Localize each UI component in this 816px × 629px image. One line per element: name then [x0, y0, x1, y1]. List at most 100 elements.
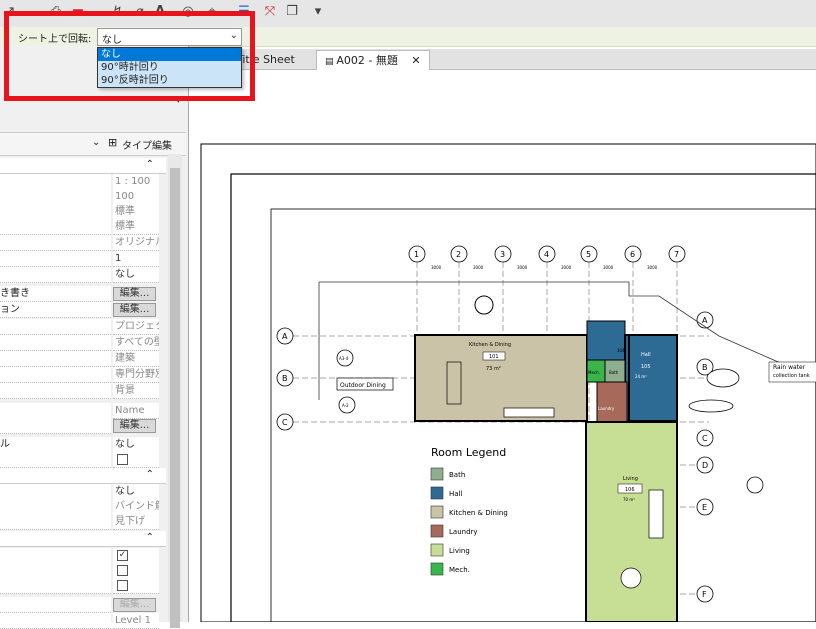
prop-value[interactable]: オリジナルを表示	[113, 235, 159, 251]
sheet-canvas[interactable]: 1 3000 2 3000 3 3000 4 3000 5 3000 6 3000 7 A B C D E F A B…	[189, 70, 816, 623]
prop-row[interactable]: 標準	[0, 204, 166, 220]
edit-button[interactable]: 編集...	[113, 287, 156, 301]
markup-icon[interactable]: ▬	[70, 4, 86, 20]
prop-row[interactable]: き書き 編集...	[0, 286, 166, 302]
prop-row[interactable]: 編集...	[0, 418, 166, 434]
dim-label: 3000	[517, 265, 528, 270]
checkbox-unchecked[interactable]	[117, 564, 128, 576]
prop-value[interactable]: プロジェクトの北	[113, 319, 159, 335]
edit-type-button[interactable]: タイプ編集	[122, 137, 172, 152]
prop-row[interactable]: 1	[0, 251, 166, 267]
grid-row-label: C	[702, 434, 708, 443]
chevron-down-icon[interactable]: ⌄	[230, 30, 238, 41]
prop-row[interactable]: オリジナルを表示	[0, 235, 166, 251]
dropdown-option-90cw[interactable]: 90°時計回り	[98, 61, 241, 74]
prop-value[interactable]: 専門分野別	[113, 367, 159, 383]
prop-value[interactable]: 1	[113, 251, 159, 267]
3d-view-icon[interactable]: ◎	[180, 4, 196, 20]
prop-row-checkbox[interactable]	[0, 578, 166, 594]
prop-row[interactable]: ルなし	[0, 437, 166, 453]
rotate-dropdown-list[interactable]: なし 90°時計回り 90°反時計回り	[97, 47, 242, 88]
prop-row[interactable]: 背景	[0, 383, 166, 399]
scrollbar-thumb[interactable]	[170, 168, 180, 628]
prop-value[interactable]: 標準	[113, 219, 159, 235]
checkbox-checked[interactable]: ✓	[117, 549, 128, 561]
prop-value[interactable]: 標準	[113, 204, 159, 220]
prop-value[interactable]: なし	[113, 267, 159, 283]
grid-row-label: E	[702, 503, 707, 512]
prop-row[interactable]: 見下げ	[0, 514, 166, 530]
prop-value[interactable]: なし	[113, 484, 159, 500]
tab-a002[interactable]: ▤ A002 - 無題 ✕	[316, 50, 430, 70]
label-mech: Mech.	[588, 370, 600, 375]
grid-col-label: 2	[456, 250, 461, 259]
prop-row-checkbox[interactable]: ✓	[0, 548, 166, 564]
kitchen-counter	[503, 407, 555, 418]
thin-lines-icon[interactable]: ☰	[236, 4, 252, 20]
prop-row[interactable]: Name	[0, 403, 166, 419]
section-icon[interactable]: ⌖	[204, 4, 220, 20]
prop-value[interactable]: なし	[113, 437, 159, 453]
collapse-icon[interactable]: ⌃	[146, 469, 154, 480]
section-header[interactable]: ⌃	[0, 158, 166, 174]
print-icon[interactable]: ⎙	[48, 4, 64, 20]
round-table	[620, 567, 642, 589]
text-icon[interactable]: A	[152, 4, 168, 20]
edit-button[interactable]: 編集...	[113, 419, 156, 433]
edit-button[interactable]: 編集...	[113, 303, 156, 317]
grid-col-label: 6	[630, 250, 635, 259]
rotate-on-sheet-combo[interactable]: なし ⌄	[97, 28, 242, 46]
prop-value[interactable]: バインド解除	[113, 499, 159, 515]
section-header[interactable]: ⌃	[0, 531, 166, 547]
prop-row[interactable]: なし	[0, 267, 166, 283]
arrow-icon[interactable]: ↗	[2, 4, 18, 20]
close-hidden-icon[interactable]: ⤧	[262, 4, 278, 20]
prop-row[interactable]: 100	[0, 189, 166, 205]
room-legend: Bath Hall Kitchen & Dining Laundry Living Mec…	[430, 467, 508, 576]
prop-row[interactable]: 標準	[0, 219, 166, 235]
prop-row[interactable]: バインド解除	[0, 499, 166, 515]
prop-value[interactable]: 見下げ	[113, 514, 159, 530]
prop-value[interactable]: 建築	[113, 351, 159, 367]
customize-dropdown-icon[interactable]: ▾	[310, 4, 326, 20]
prop-row-checkbox[interactable]	[0, 563, 166, 579]
legend-label: Living	[449, 547, 470, 555]
panel-dropdown-icon[interactable]: ▾	[176, 96, 181, 106]
collapse-icon[interactable]: ⌃	[146, 159, 154, 170]
prop-row[interactable]: 1 : 100	[0, 174, 166, 190]
prop-value[interactable]: すべての壁を包絡	[113, 335, 159, 351]
collapse-icon[interactable]: ⌃	[146, 532, 154, 543]
edit-button[interactable]: 編集...	[113, 598, 156, 612]
dropdown-option-90ccw[interactable]: 90°反時計回り	[98, 74, 241, 87]
switch-windows-icon[interactable]: ❐	[284, 4, 300, 20]
prop-row-checkbox[interactable]	[0, 452, 166, 468]
prop-row[interactable]: ョン 編集...	[0, 302, 166, 318]
checkbox-unchecked[interactable]	[117, 579, 128, 591]
dropdown-option-none[interactable]: なし	[98, 48, 241, 61]
measure-icon[interactable]: ↯	[110, 4, 126, 20]
properties-scrollbar[interactable]	[168, 154, 182, 628]
prop-value[interactable]: Name	[113, 403, 159, 419]
checkbox-unchecked[interactable]	[117, 453, 128, 465]
legend-label: Kitchen & Dining	[449, 509, 508, 517]
section-header[interactable]: ⌃	[0, 468, 166, 484]
prop-value[interactable]: 背景	[113, 383, 159, 399]
label-hall: Hall	[641, 352, 651, 358]
prop-row[interactable]: プロジェクトの北	[0, 319, 166, 335]
options-bar: シート上で回転: なし ⌄	[0, 27, 816, 47]
prop-key	[0, 367, 111, 383]
close-icon[interactable]: ✕	[411, 54, 420, 67]
prop-row[interactable]: 専門分野別	[0, 367, 166, 383]
grid-col-label: 4	[544, 250, 549, 259]
prop-row[interactable]: なし	[0, 484, 166, 500]
prop-row[interactable]: 建築	[0, 351, 166, 367]
rotate-combo-value: なし	[102, 35, 122, 46]
legend-swatch	[430, 562, 444, 576]
chevron-down-icon[interactable]: ⌄	[92, 137, 100, 148]
legend-label: Mech.	[449, 566, 470, 574]
prop-value[interactable]: 100	[113, 189, 159, 205]
prop-row-edit[interactable]: 編集...	[0, 597, 166, 613]
prop-value[interactable]: 1 : 100	[113, 174, 159, 190]
dimension-icon[interactable]: ⌀	[132, 4, 148, 20]
prop-row[interactable]: すべての壁を包絡	[0, 335, 166, 351]
